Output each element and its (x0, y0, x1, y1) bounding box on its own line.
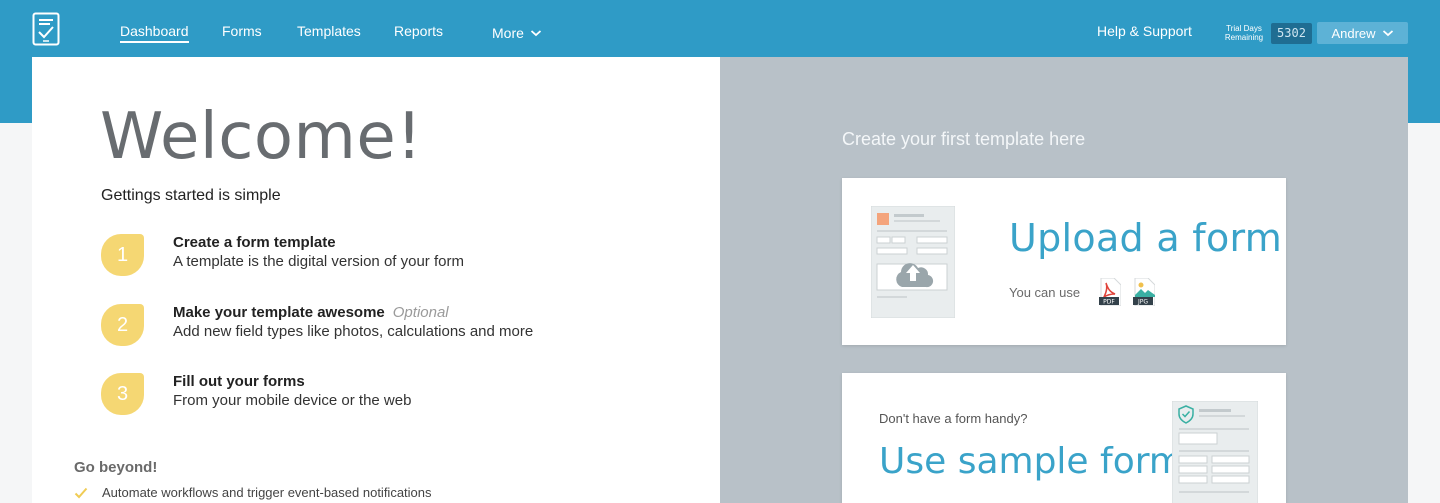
create-template-heading: Create your first template here (842, 129, 1086, 149)
step-1: 1 Create a form template A template is t… (101, 234, 661, 278)
sample-form-title: Use sample form (879, 441, 1184, 482)
chevron-down-icon (530, 30, 542, 37)
svg-text:JPG: JPG (1137, 299, 1148, 306)
go-beyond-item: Automate workflows and trigger event-bas… (74, 485, 432, 500)
create-template-panel: Create your first template here Upload a… (720, 57, 1408, 503)
top-nav: Dashboard Forms Templates Reports More H… (0, 0, 1440, 56)
step-2: 2 Make your template awesome Optional Add… (101, 304, 661, 348)
upload-form-title: Upload a form (1009, 216, 1283, 260)
step-number-badge: 2 (101, 304, 144, 346)
upload-form-thumbnail-icon (871, 206, 955, 318)
nav-reports[interactable]: Reports (394, 23, 443, 43)
trial-days-label: Trial Days Remaining (1224, 24, 1264, 42)
checkmark-icon (74, 487, 88, 498)
you-can-use-label: You can use (1009, 285, 1081, 300)
nav-more[interactable]: More (492, 23, 542, 43)
welcome-subtitle: Gettings started is simple (101, 187, 281, 204)
sample-form-subtitle: Don't have a form handy? (879, 411, 1028, 426)
step-description: From your mobile device or the web (173, 392, 412, 409)
welcome-title: Welcome! (100, 100, 423, 174)
jpg-file-icon: JPG (1133, 278, 1155, 306)
sample-form-card[interactable]: Don't have a form handy? Use sample form (842, 373, 1286, 503)
step-number-badge: 3 (101, 373, 144, 415)
step-title: Make your template awesome Optional (173, 304, 449, 321)
step-3: 3 Fill out your forms From your mobile d… (101, 373, 661, 417)
app-logo-icon[interactable] (32, 12, 60, 46)
upload-form-card[interactable]: Upload a form You can use PDF JPG (842, 178, 1286, 345)
nav-forms[interactable]: Forms (222, 23, 262, 43)
trial-days-count: 5302 (1271, 23, 1312, 44)
step-description: Add new field types like photos, calcula… (173, 323, 534, 340)
pdf-file-icon: PDF (1099, 278, 1121, 306)
nav-more-label: More (492, 25, 524, 41)
nav-templates[interactable]: Templates (297, 23, 361, 43)
svg-text:PDF: PDF (1103, 299, 1115, 306)
step-description: A template is the digital version of you… (173, 253, 464, 270)
nav-dashboard[interactable]: Dashboard (120, 23, 189, 43)
user-name: Andrew (1331, 25, 1376, 41)
step-title: Create a form template (173, 234, 336, 251)
step-number-badge: 1 (101, 234, 144, 276)
sample-form-thumbnail-icon (1172, 401, 1258, 503)
chevron-down-icon (1382, 30, 1393, 37)
go-beyond-heading: Go beyond! (74, 459, 158, 476)
optional-tag: Optional (392, 304, 449, 321)
welcome-panel: Welcome! Gettings started is simple 1 Cr… (32, 57, 720, 503)
step-title: Fill out your forms (173, 373, 305, 390)
help-support-link[interactable]: Help & Support (1097, 23, 1192, 39)
user-menu-button[interactable]: Andrew (1317, 22, 1408, 44)
